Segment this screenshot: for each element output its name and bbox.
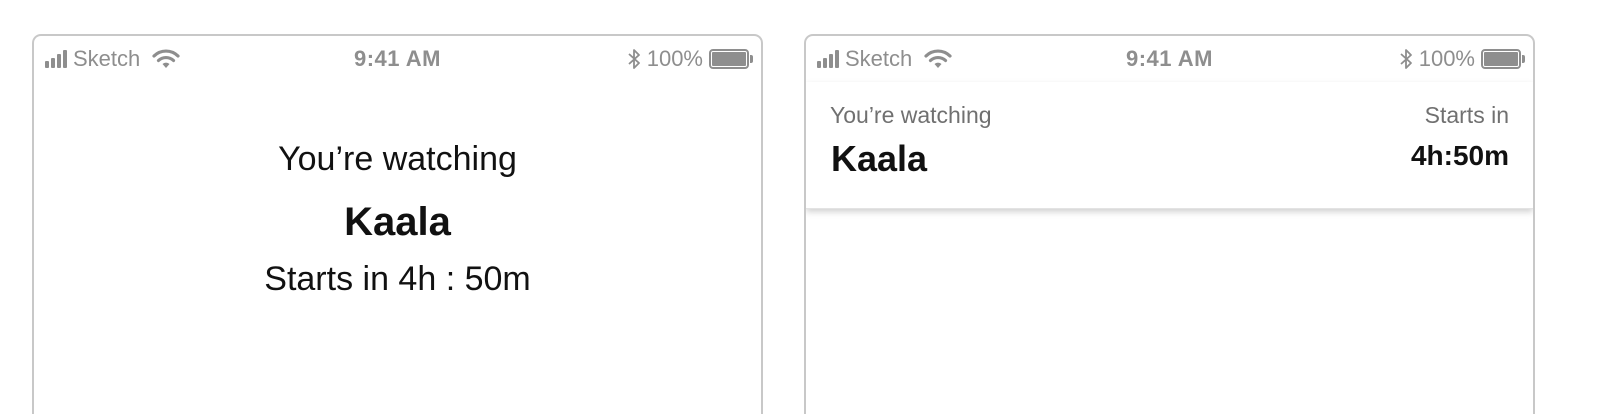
countdown-value: 4h:50m — [1410, 140, 1509, 171]
phone-screen-centered: Sketch 9:41 AM 100% You’re watching Kaal… — [32, 34, 763, 414]
watching-label: You’re watching — [278, 140, 517, 178]
starts-in-text: Starts in 4h : 50m — [264, 260, 531, 298]
battery-fill — [1484, 52, 1518, 66]
battery-icon — [1481, 49, 1525, 69]
battery-icon — [709, 49, 753, 69]
now-watching-banner[interactable]: You’re watching Kaala Starts in 4h:50m — [806, 82, 1533, 209]
starts-in-label: Starts in — [1424, 102, 1509, 128]
bluetooth-icon — [628, 49, 640, 69]
phone-screen-banner: Sketch 9:41 AM 100% You’re watching Kaal… — [804, 34, 1535, 414]
battery-fill — [712, 52, 746, 66]
movie-title: Kaala — [831, 138, 928, 179]
status-right-group: 100% — [627, 46, 753, 72]
watching-label: You’re watching — [830, 102, 992, 128]
movie-title: Kaala — [344, 200, 451, 244]
status-bar: Sketch 9:41 AM 100% — [806, 36, 1533, 82]
status-bar: Sketch 9:41 AM 100% — [34, 36, 761, 82]
battery-percentage: 100% — [1418, 46, 1475, 71]
status-right-group: 100% — [1399, 46, 1525, 72]
bluetooth-icon — [1400, 49, 1412, 69]
battery-percentage: 100% — [646, 46, 703, 71]
